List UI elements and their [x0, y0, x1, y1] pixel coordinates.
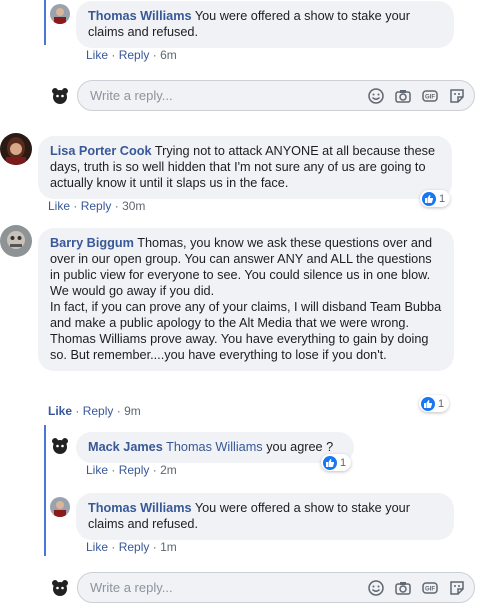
separator-dot: ·: [116, 404, 121, 418]
comment-bubble: Mack James Thomas Williams you agree ?: [76, 432, 354, 463]
avatar[interactable]: [0, 225, 32, 257]
sticker-icon[interactable]: [448, 87, 466, 105]
svg-text:GIF: GIF: [425, 95, 435, 101]
like-reaction-icon: [323, 455, 337, 470]
avatar[interactable]: [50, 436, 70, 456]
timestamp[interactable]: 1m: [160, 540, 177, 554]
avatar: [50, 578, 70, 598]
reply-link[interactable]: Reply: [119, 463, 150, 477]
timestamp[interactable]: 2m: [160, 463, 177, 477]
comment-author[interactable]: Mack James: [88, 440, 163, 454]
like-link[interactable]: Like: [86, 48, 108, 62]
separator-dot: ·: [114, 199, 119, 213]
timestamp[interactable]: 6m: [160, 48, 177, 62]
reply-link[interactable]: Reply: [119, 48, 150, 62]
gif-icon[interactable]: GIF: [421, 579, 439, 597]
like-link[interactable]: Like: [86, 540, 108, 554]
sticker-icon[interactable]: [448, 579, 466, 597]
reply-link[interactable]: Reply: [119, 540, 150, 554]
reaction-count[interactable]: 1: [419, 395, 450, 412]
comment-bubble: Barry Biggum Thomas, you know we ask the…: [38, 228, 454, 371]
reply-link[interactable]: Reply: [83, 404, 114, 418]
reply-link[interactable]: Reply: [81, 199, 112, 213]
comment-actions: Like · Reply · 6m: [86, 48, 177, 62]
avatar[interactable]: [50, 4, 70, 24]
like-reaction-icon: [422, 191, 436, 206]
comment-author[interactable]: Thomas Williams: [88, 501, 192, 515]
reaction-number: 1: [438, 397, 445, 410]
emoji-icon[interactable]: [367, 579, 385, 597]
camera-icon[interactable]: [394, 579, 412, 597]
reaction-count[interactable]: 1: [420, 190, 451, 207]
gif-icon[interactable]: GIF: [421, 87, 439, 105]
like-reaction-icon: [421, 396, 435, 411]
comment-text: Thomas, you know we ask these questions …: [50, 236, 442, 362]
mention-link[interactable]: Thomas Williams: [166, 440, 263, 454]
comment-actions: Like · Reply · 30m: [48, 199, 145, 213]
emoji-icon[interactable]: [367, 87, 385, 105]
thread-line: [44, 425, 46, 556]
comment-bubble: Thomas Williams You were offered a show …: [76, 1, 454, 48]
comment-text: you agree ?: [266, 440, 334, 454]
comment-actions: Like · Reply · 9m: [48, 404, 141, 418]
avatar[interactable]: [0, 133, 32, 165]
reaction-number: 1: [340, 456, 347, 469]
separator-dot: ·: [152, 540, 157, 554]
svg-text:GIF: GIF: [425, 587, 435, 593]
avatar[interactable]: [50, 497, 70, 517]
separator-dot: ·: [75, 404, 80, 418]
thread-line: [44, 0, 46, 45]
reply-input[interactable]: Write a reply... GIF: [77, 80, 475, 111]
like-link[interactable]: Like: [48, 404, 72, 418]
separator-dot: ·: [111, 463, 116, 477]
separator-dot: ·: [111, 540, 116, 554]
comment-author[interactable]: Lisa Porter Cook: [50, 144, 152, 158]
timestamp[interactable]: 30m: [122, 199, 145, 213]
reply-placeholder: Write a reply...: [90, 580, 173, 595]
comment-author[interactable]: Thomas Williams: [88, 9, 192, 23]
like-link[interactable]: Like: [86, 463, 108, 477]
separator-dot: ·: [152, 463, 157, 477]
separator-dot: ·: [152, 48, 157, 62]
comment-actions: Like · Reply · 1m: [86, 540, 177, 554]
separator-dot: ·: [73, 199, 78, 213]
comment-author[interactable]: Barry Biggum: [50, 236, 134, 250]
reply-input[interactable]: Write a reply... GIF: [77, 572, 475, 603]
comment-bubble: Lisa Porter Cook Trying not to attack AN…: [38, 136, 452, 199]
comment-bubble: Thomas Williams You were offered a show …: [76, 493, 454, 540]
reaction-number: 1: [439, 192, 446, 205]
comment-actions: Like · Reply · 2m: [86, 463, 177, 477]
timestamp[interactable]: 9m: [124, 404, 141, 418]
camera-icon[interactable]: [394, 87, 412, 105]
like-link[interactable]: Like: [48, 199, 70, 213]
avatar: [50, 86, 70, 106]
reaction-count[interactable]: 1: [321, 454, 352, 471]
reply-placeholder: Write a reply...: [90, 88, 173, 103]
separator-dot: ·: [111, 48, 116, 62]
